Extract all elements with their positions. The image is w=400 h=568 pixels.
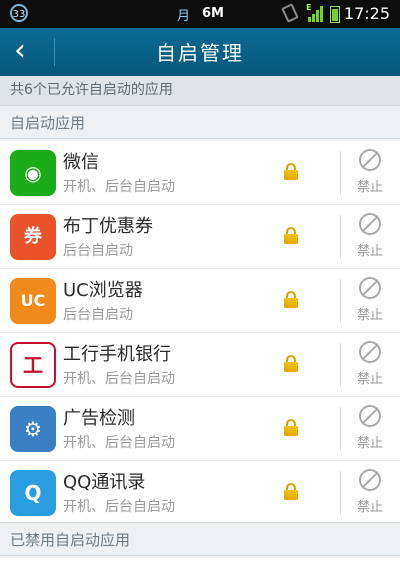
app-autostart-mode: 后台自启动 bbox=[63, 307, 133, 323]
disable-toggle[interactable]: 禁止 bbox=[349, 469, 391, 517]
notification-badge-icon: 33 bbox=[10, 4, 28, 22]
app-name: 微信 bbox=[63, 152, 99, 173]
list-item: ⚙ 广告检测 开机、后台自启动 禁止 bbox=[0, 397, 400, 461]
lock-icon bbox=[284, 163, 298, 180]
toggle-label: 禁止 bbox=[356, 308, 383, 323]
lock-icon bbox=[284, 419, 298, 436]
list-item: 券 布丁优惠券 后台自启动 禁止 bbox=[0, 205, 400, 269]
wechat-icon: ◉ bbox=[10, 150, 56, 196]
app-autostart-mode: 开机、后台自启动 bbox=[63, 371, 175, 387]
section-disabled-header: 已禁用自启动应用 bbox=[0, 522, 400, 556]
divider bbox=[340, 343, 341, 387]
disable-toggle[interactable]: 禁止 bbox=[349, 341, 391, 389]
prohibit-icon bbox=[359, 341, 381, 363]
disable-toggle[interactable]: 禁止 bbox=[349, 149, 391, 197]
prohibit-icon bbox=[359, 149, 381, 171]
qq-contacts-icon: Q bbox=[10, 470, 56, 516]
prohibit-icon bbox=[359, 405, 381, 427]
list-item-partial bbox=[0, 558, 400, 568]
app-autostart-mode: 开机、后台自启动 bbox=[63, 179, 175, 195]
clock: 17:25 bbox=[343, 4, 390, 23]
toggle-label: 禁止 bbox=[356, 436, 383, 451]
lock-icon bbox=[284, 355, 298, 372]
uc-browser-icon: UC bbox=[10, 278, 56, 324]
toggle-label: 禁止 bbox=[356, 244, 383, 259]
app-autostart-mode: 开机、后台自启动 bbox=[63, 499, 175, 515]
disable-toggle[interactable]: 禁止 bbox=[349, 277, 391, 325]
divider bbox=[340, 471, 341, 515]
battery-icon bbox=[330, 6, 340, 23]
summary-text: 共6个已允许自启动的应用 bbox=[0, 76, 400, 105]
app-list: ◉ 微信 开机、后台自启动 禁止 券 布丁优惠券 后台自启动 禁止 UC UC浏… bbox=[0, 141, 400, 525]
prohibit-icon bbox=[359, 277, 381, 299]
traffic-indicator: 6M bbox=[202, 6, 224, 21]
prohibit-icon bbox=[359, 213, 381, 235]
app-name: QQ通讯录 bbox=[63, 472, 146, 493]
app-name: UC浏览器 bbox=[63, 280, 143, 301]
budding-coupon-icon: 券 bbox=[10, 214, 56, 260]
icbc-icon: 工 bbox=[10, 342, 56, 388]
lock-icon bbox=[284, 227, 298, 244]
divider bbox=[340, 279, 341, 323]
toggle-label: 禁止 bbox=[356, 500, 383, 515]
title-bar: ‹ 自启管理 bbox=[0, 28, 400, 76]
app-name: 工行手机银行 bbox=[63, 344, 171, 365]
list-item: Q QQ通讯录 开机、后台自启动 禁止 bbox=[0, 461, 400, 525]
lock-icon bbox=[284, 291, 298, 308]
app-name: 布丁优惠券 bbox=[63, 216, 153, 237]
section-allowed-header: 自启动应用 bbox=[0, 105, 400, 139]
app-autostart-mode: 后台自启动 bbox=[63, 243, 133, 259]
toggle-label: 禁止 bbox=[356, 372, 383, 387]
disable-toggle[interactable]: 禁止 bbox=[349, 405, 391, 453]
app-autostart-mode: 开机、后台自启动 bbox=[63, 435, 175, 451]
toggle-label: 禁止 bbox=[356, 180, 383, 195]
page-title: 自启管理 bbox=[156, 41, 244, 65]
status-bar: 33 月 6M E 17:25 bbox=[0, 0, 400, 28]
divider bbox=[340, 215, 341, 259]
divider bbox=[340, 151, 341, 195]
ad-detect-icon: ⚙ bbox=[10, 406, 56, 452]
divider bbox=[340, 407, 341, 451]
list-item: UC UC浏览器 后台自启动 禁止 bbox=[0, 269, 400, 333]
signal-icon bbox=[306, 6, 324, 22]
list-item: ◉ 微信 开机、后台自启动 禁止 bbox=[0, 141, 400, 205]
vibrate-icon bbox=[281, 3, 299, 23]
app-name: 广告检测 bbox=[63, 408, 135, 429]
list-item: 工 工行手机银行 开机、后台自启动 禁止 bbox=[0, 333, 400, 397]
lock-icon bbox=[284, 483, 298, 500]
prohibit-icon bbox=[359, 469, 381, 491]
moon-icon: 月 bbox=[177, 9, 191, 24]
disable-toggle[interactable]: 禁止 bbox=[349, 213, 391, 261]
